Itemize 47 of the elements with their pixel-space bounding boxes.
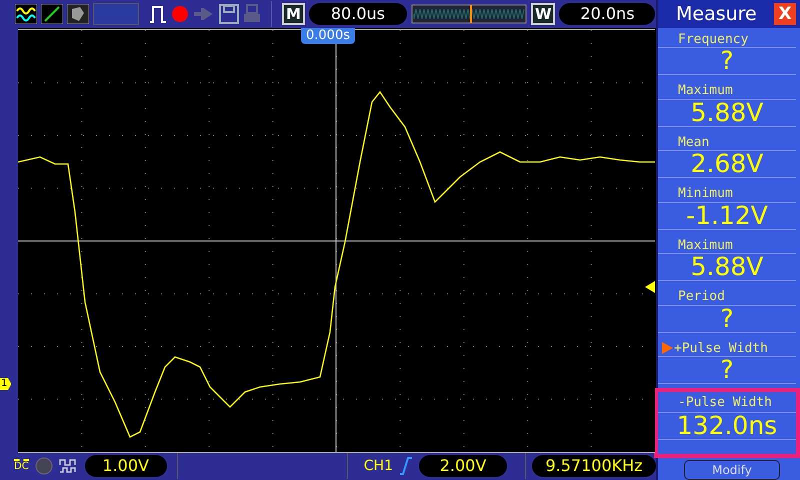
measurement-item[interactable]: -Pulse Width 132.0ns — [654, 388, 800, 458]
measurement-label: Maximum — [678, 238, 733, 253]
mode-badge: M — [282, 3, 305, 25]
measurement-label: +Pulse Width — [674, 340, 768, 356]
coupling-label: DC — [14, 459, 29, 473]
trigger-source-label: CH1 — [364, 458, 393, 474]
measurement-value: ? — [658, 306, 796, 333]
modify-button[interactable]: Modify — [684, 460, 780, 480]
measurement-value: ? — [658, 48, 796, 76]
measurement-item[interactable]: Maximum 5.88V — [654, 234, 800, 286]
measurement-label: Mean — [678, 134, 710, 150]
measurement-label: Period — [678, 289, 725, 304]
close-button[interactable]: X — [774, 2, 796, 25]
measurement-value: ? — [658, 357, 796, 384]
frequency-readout: 9.57100KHz — [532, 455, 656, 477]
measurement-value: 5.88V — [658, 254, 796, 282]
measurement-item[interactable]: Period ? — [654, 285, 800, 337]
trigger-level-readout: 2.00V — [419, 455, 507, 477]
panel-title: Measure — [676, 2, 757, 25]
measurement-value: 132.0ns — [658, 413, 796, 440]
rising-edge-icon — [399, 457, 413, 475]
measurement-label: -Pulse Width — [678, 394, 772, 410]
timebase-readout: 80.0us — [308, 3, 407, 25]
measurement-item[interactable]: Maximum 5.88V — [654, 79, 800, 131]
measurement-item[interactable]: +Pulse Width ? — [654, 336, 800, 388]
measurement-item[interactable]: Frequency ? — [654, 28, 800, 80]
save-icon[interactable] — [219, 4, 239, 24]
pulse-icon[interactable] — [149, 4, 167, 24]
empty-slot — [93, 3, 139, 25]
measurement-label: Frequency — [678, 32, 748, 47]
window-time-readout: 20.0ns — [559, 3, 656, 25]
line-icon[interactable] — [41, 4, 63, 24]
square-wave-icon — [58, 458, 79, 474]
channel-marker[interactable]: 1 — [0, 378, 12, 390]
trigger-time-label: 0.000s — [301, 28, 355, 44]
measurement-value: 2.68V — [658, 151, 796, 178]
measurement-label: Minimum — [678, 186, 733, 202]
waveform-icon[interactable] — [15, 4, 37, 24]
measurement-item[interactable]: Mean 2.68V — [654, 130, 800, 182]
persistence-icon[interactable] — [67, 4, 89, 24]
measurement-item[interactable]: Minimum -1.12V — [654, 182, 800, 234]
measurement-label: Maximum — [678, 83, 733, 98]
channel-scale-readout: 1.00V — [84, 455, 167, 477]
window-badge: W — [530, 3, 556, 25]
bandwidth-icon — [34, 457, 53, 475]
measurement-value: 5.88V — [658, 100, 796, 127]
measurement-value: -1.12V — [658, 202, 796, 230]
